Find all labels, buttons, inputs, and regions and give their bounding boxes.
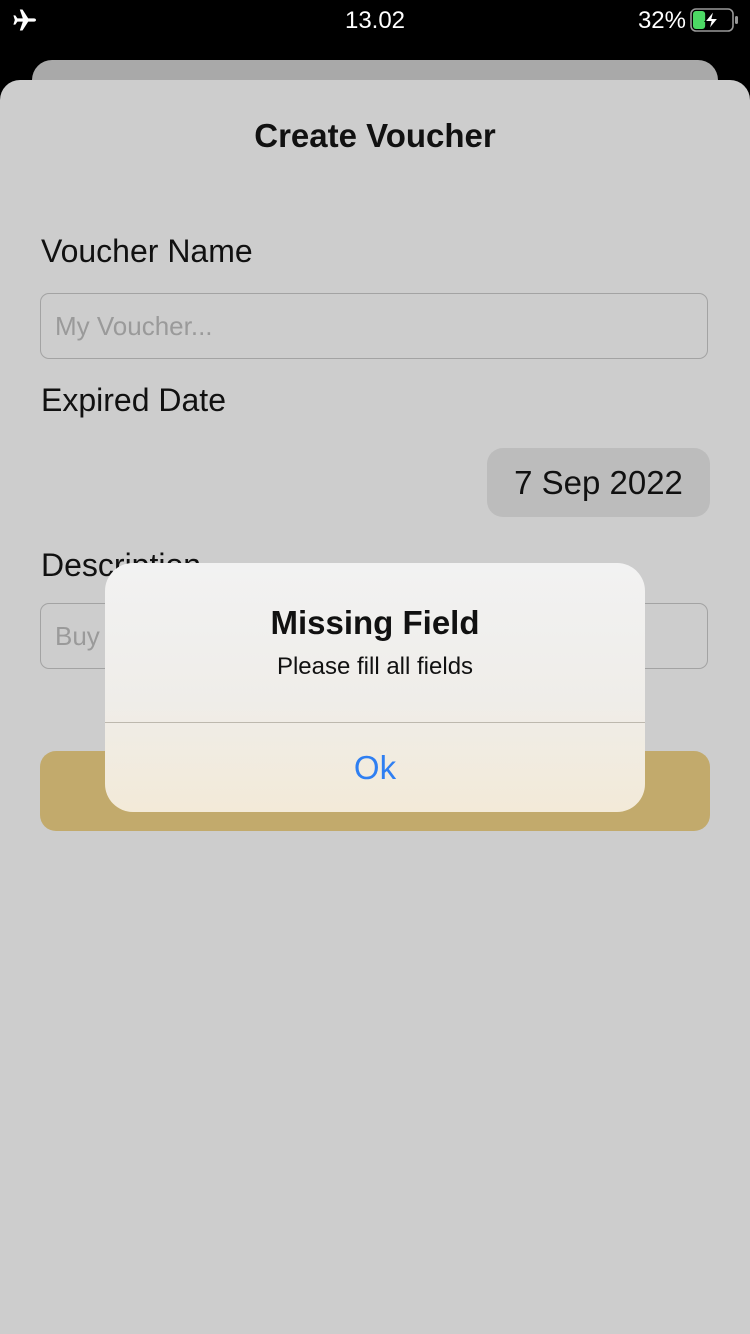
voucher-name-input[interactable]: My Voucher... (40, 293, 708, 359)
description-placeholder: Buy (55, 621, 100, 651)
expired-date-label: Expired Date (41, 382, 226, 418)
alert-ok-button[interactable]: Ok (105, 723, 645, 812)
screen: 13.02 32% Create Voucher Voucher Name My… (0, 0, 750, 1334)
expired-date-picker[interactable]: 7 Sep 2022 (487, 448, 710, 517)
page-title: Create Voucher (254, 117, 496, 154)
voucher-name-placeholder: My Voucher... (55, 311, 213, 341)
status-bar: 13.02 32% (0, 0, 750, 40)
battery-percent: 32% (637, 7, 686, 34)
alert-message: Please fill all fields (276, 653, 474, 680)
missing-field-alert: Missing Field Please fill all fields Ok (105, 563, 645, 812)
voucher-name-label: Voucher Name (41, 233, 253, 269)
alert-title: Missing Field (270, 604, 480, 641)
battery-charging-icon (690, 8, 738, 32)
